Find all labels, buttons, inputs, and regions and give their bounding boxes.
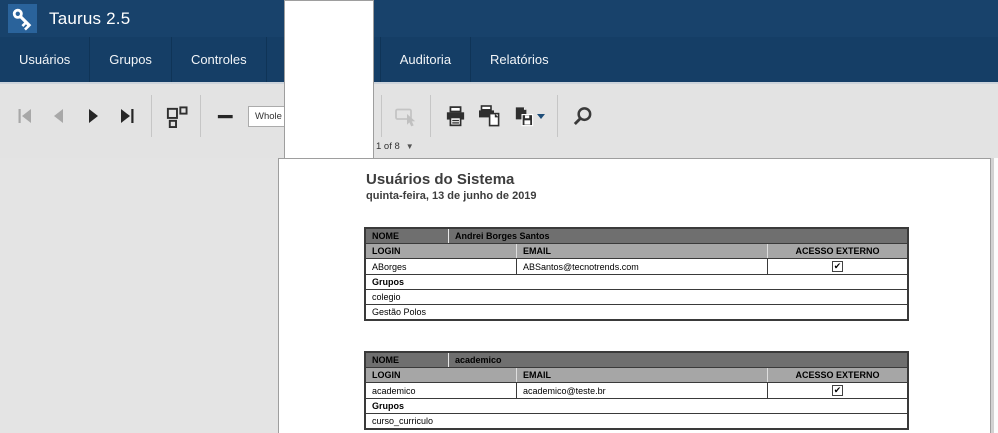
- user-tables: NOME Andrei Borges Santos LOGIN EMAIL AC…: [364, 227, 990, 430]
- menu-item-usuarios[interactable]: Usuários: [0, 37, 90, 82]
- acesso-externo-cell: ✔: [767, 383, 907, 398]
- print-layout-button[interactable]: [472, 96, 506, 136]
- user-data-row: academico academico@teste.br ✔: [366, 382, 907, 398]
- menu-item-controles[interactable]: Controles: [172, 37, 267, 82]
- login-column-header: LOGIN: [366, 244, 516, 258]
- select-tool-button[interactable]: [389, 96, 423, 136]
- zoom-out-button[interactable]: [208, 96, 242, 136]
- menu-item-auditoria[interactable]: Auditoria: [381, 37, 471, 82]
- app-logo: [8, 4, 37, 33]
- multi-page-view-button[interactable]: [159, 96, 193, 136]
- print-layout-icon: [477, 104, 501, 128]
- print-button[interactable]: [438, 96, 472, 136]
- nome-row: NOME academico: [366, 353, 907, 367]
- export-save-icon: [512, 105, 535, 128]
- acesso-externo-checkbox: ✔: [832, 385, 843, 396]
- previous-page-icon: [48, 105, 70, 127]
- acesso-externo-checkbox: ✔: [832, 261, 843, 272]
- nome-label: NOME: [366, 353, 448, 367]
- email-column-header: EMAIL: [516, 368, 767, 382]
- group-name: colegio: [366, 290, 907, 304]
- page-edge-shadow: [991, 158, 998, 433]
- acesso-externo-cell: ✔: [767, 259, 907, 274]
- menu-item-grupos[interactable]: Grupos: [90, 37, 172, 82]
- user-table: NOME Andrei Borges Santos LOGIN EMAIL AC…: [364, 227, 909, 321]
- login-value: academico: [366, 383, 516, 398]
- check-icon: ✔: [834, 262, 842, 271]
- multi-page-view-icon: [165, 105, 188, 128]
- menu-item-relatorios[interactable]: Relatórios: [471, 37, 568, 82]
- report-title: Usuários do Sistema: [366, 171, 990, 188]
- report-date: quinta-feira, 13 de junho de 2019: [366, 190, 990, 202]
- key-icon: [10, 6, 36, 32]
- grupos-header-row: Grupos: [366, 398, 907, 413]
- report-page: Usuários do Sistema quinta-feira, 13 de …: [278, 158, 991, 433]
- nome-label: NOME: [366, 229, 448, 243]
- printer-icon: [444, 105, 467, 128]
- nome-value: academico: [448, 353, 907, 367]
- login-column-header: LOGIN: [366, 368, 516, 382]
- group-name: Gestão Polos: [366, 305, 907, 319]
- login-value: ABorges: [366, 259, 516, 274]
- menu-bar: UsuáriosGruposControlesAutorizaçõesAudit…: [0, 37, 998, 82]
- chevron-down-icon: [537, 114, 545, 119]
- columns-header-row: LOGIN EMAIL ACESSO EXTERNO: [366, 243, 907, 258]
- app-title: Taurus 2.5: [49, 9, 130, 29]
- chevron-down-icon: ▼: [406, 143, 419, 151]
- columns-header-row: LOGIN EMAIL ACESSO EXTERNO: [366, 367, 907, 382]
- group-name: curso_curriculo: [366, 414, 907, 428]
- toolbar-separator: [200, 95, 201, 137]
- toolbar-separator: [151, 95, 152, 137]
- email-value: ABSantos@tecnotrends.com: [516, 259, 767, 274]
- toolbar-separator: [430, 95, 431, 137]
- page-number-value: 1 of 8: [370, 141, 406, 152]
- check-icon: ✔: [834, 386, 842, 395]
- search-button[interactable]: [565, 96, 599, 136]
- acesso-externo-column-header: ACESSO EXTERNO: [767, 368, 907, 382]
- group-row: curso_curriculo: [366, 413, 907, 428]
- user-table: NOME academico LOGIN EMAIL ACESSO EXTERN…: [364, 351, 909, 430]
- group-row: colegio: [366, 289, 907, 304]
- toolbar-separator: [381, 95, 382, 137]
- group-row: Gestão Polos: [366, 304, 907, 319]
- report-viewer-area: Usuários do Sistema quinta-feira, 13 de …: [0, 158, 998, 433]
- nome-row: NOME Andrei Borges Santos: [366, 229, 907, 243]
- last-page-icon: [116, 105, 138, 127]
- email-value: academico@teste.br: [516, 383, 767, 398]
- grupos-header-row: Grupos: [366, 274, 907, 289]
- title-bar: Taurus 2.5: [0, 0, 998, 37]
- first-page-icon: [14, 105, 36, 127]
- magnifier-icon: [571, 105, 594, 128]
- next-page-button[interactable]: [76, 96, 110, 136]
- previous-page-button[interactable]: [42, 96, 76, 136]
- first-page-button[interactable]: [8, 96, 42, 136]
- grupos-label: Grupos: [366, 399, 907, 413]
- user-data-row: ABorges ABSantos@tecnotrends.com ✔: [366, 258, 907, 274]
- next-page-icon: [82, 105, 104, 127]
- acesso-externo-column-header: ACESSO EXTERNO: [767, 244, 907, 258]
- grupos-label: Grupos: [366, 275, 907, 289]
- toolbar-separator: [557, 95, 558, 137]
- export-button[interactable]: [506, 96, 550, 136]
- select-tool-icon: [394, 104, 418, 128]
- nome-value: Andrei Borges Santos: [448, 229, 907, 243]
- minus-icon: [215, 106, 236, 127]
- last-page-button[interactable]: [110, 96, 144, 136]
- report-toolbar: 1 of 8 ▼: [0, 84, 998, 158]
- email-column-header: EMAIL: [516, 244, 767, 258]
